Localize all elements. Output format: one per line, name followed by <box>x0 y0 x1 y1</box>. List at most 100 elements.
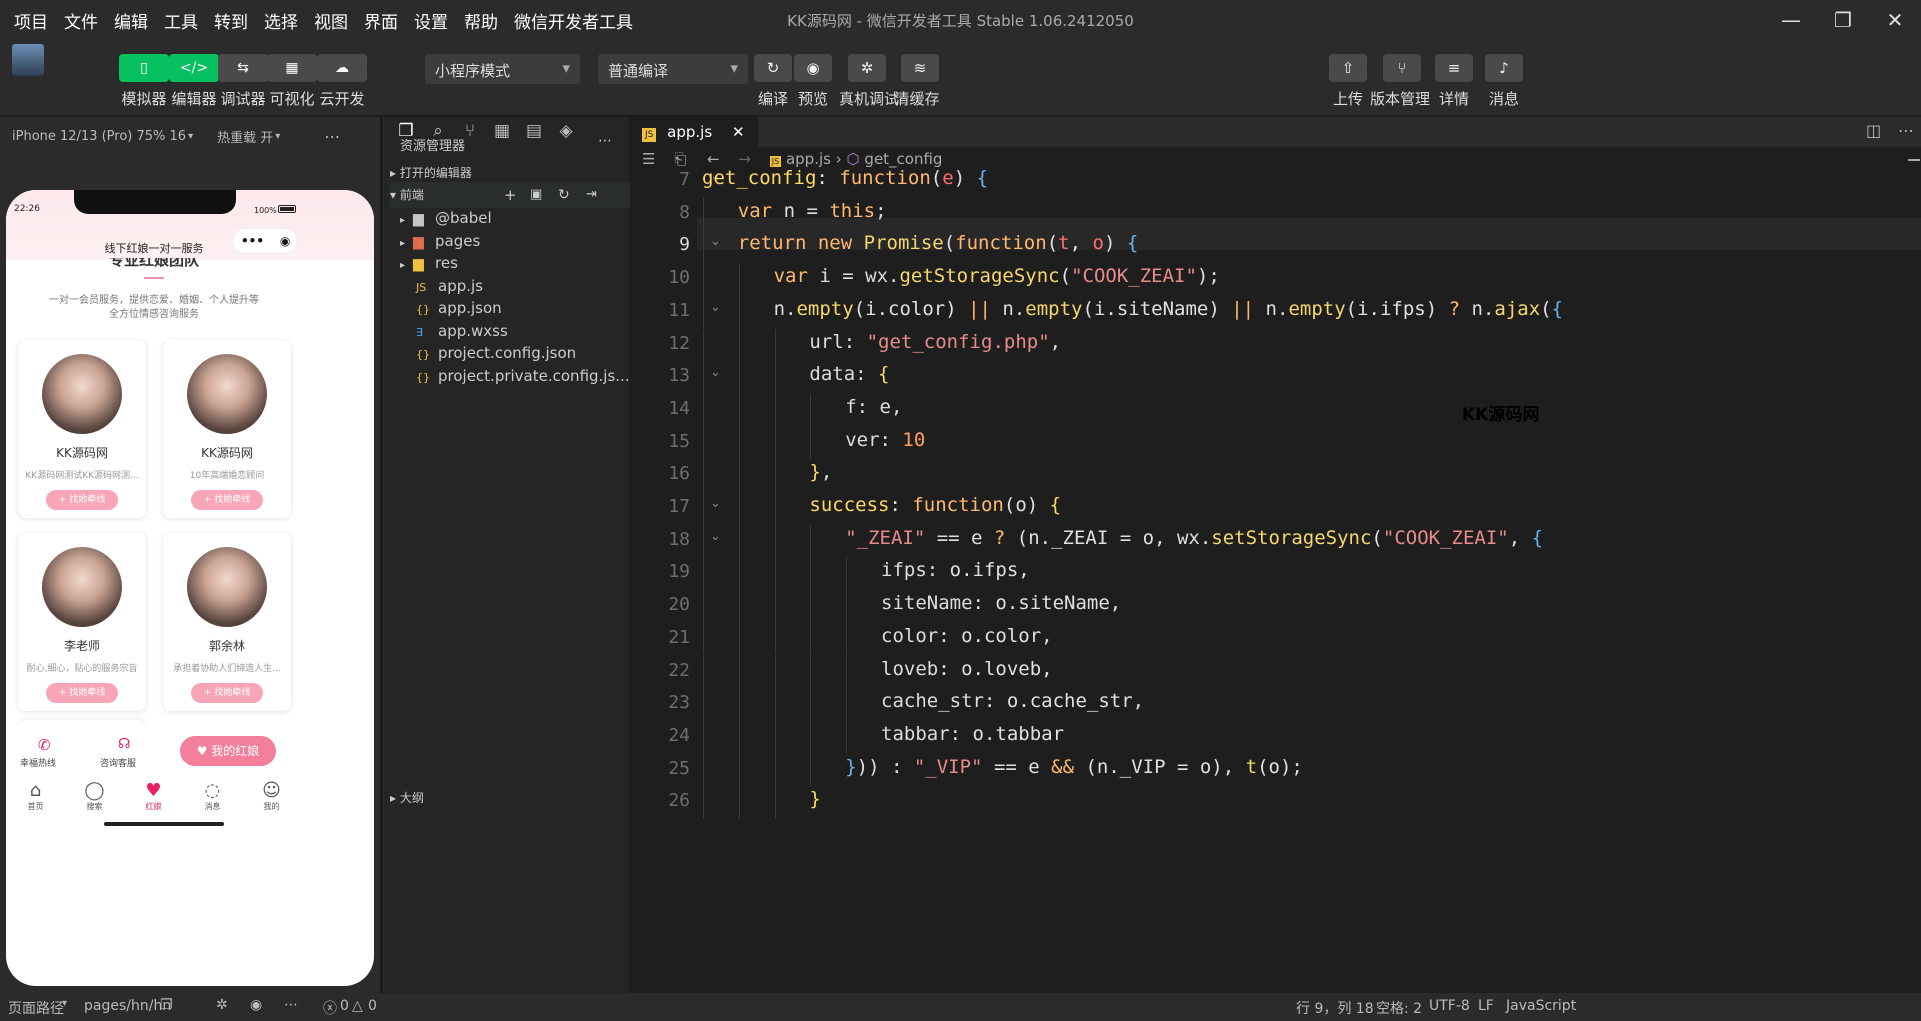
menu-button[interactable]: ≡ 详情 <box>1434 54 1474 109</box>
indent-guide <box>774 492 776 525</box>
warning-count[interactable]: 0 <box>368 998 377 1014</box>
line-number: 25 <box>668 757 690 779</box>
page-path-label[interactable]: 页面路径 <box>8 998 64 1018</box>
eye-status-icon[interactable]: ◉ <box>250 997 262 1013</box>
language-mode[interactable]: JavaScript <box>1506 998 1576 1014</box>
cloud-button[interactable]: ☁ 云开发 <box>311 54 373 109</box>
docker-icon[interactable]: ◈ <box>550 121 582 141</box>
editor-more-icon[interactable]: ⋯ <box>1898 121 1914 140</box>
editor-tab-active[interactable]: JS app.js ✕ <box>630 117 758 147</box>
code-line: success: function(o) { <box>809 494 1062 516</box>
breadcrumb-symbol[interactable]: get_config <box>864 150 942 168</box>
target-icon[interactable]: ◉ <box>280 234 290 248</box>
bug-button[interactable]: ✲ 真机调试 <box>839 54 899 109</box>
bell-button[interactable]: ♪ 消息 <box>1484 54 1524 109</box>
line-ending[interactable]: LF <box>1478 998 1494 1014</box>
explorer-more-icon[interactable]: ⋯ <box>598 133 612 149</box>
scrollbar-marker[interactable] <box>1908 159 1920 161</box>
outline-section[interactable]: ▸ 大纲 <box>390 785 424 811</box>
tab-2[interactable]: ♥ 红娘 <box>124 780 183 812</box>
menu-item-10[interactable]: 微信开发者工具 <box>514 8 633 33</box>
maximize-icon[interactable]: ❐ <box>1817 0 1869 40</box>
cursor-position[interactable]: 行 9，列 18 <box>1296 998 1374 1018</box>
find-her-button[interactable]: + 找她牵线 <box>46 490 118 510</box>
tab-1[interactable]: ◯ 搜索 <box>65 780 124 812</box>
matchmaker-card[interactable]: 李老师 耐心,细心，贴心的服务宗旨 + 找她牵线 <box>18 533 146 711</box>
layers-button[interactable]: ≋ 清缓存 <box>894 54 942 109</box>
capsule-button[interactable]: ••• ◉ <box>232 228 298 254</box>
new-file-icon[interactable]: + <box>504 182 517 208</box>
collapse-all-icon[interactable]: ⇥ <box>586 182 597 208</box>
fold-chevron-icon[interactable]: ⌄ <box>710 496 721 511</box>
more-icon[interactable]: ⋯ <box>324 127 340 146</box>
minimize-icon[interactable]: — <box>1765 0 1817 40</box>
page-path[interactable]: pages/hn/hn <box>84 998 171 1014</box>
warning-icon[interactable]: △ <box>352 998 363 1014</box>
avatar[interactable] <box>12 44 44 76</box>
tab-4[interactable]: ☺ 我的 <box>242 780 301 812</box>
tab-close-icon[interactable]: ✕ <box>732 117 745 147</box>
indent-guide <box>774 688 776 721</box>
menu-item-4[interactable]: 转到 <box>214 8 248 33</box>
forward-icon[interactable]: → <box>738 150 751 168</box>
error-count[interactable]: 0 <box>340 998 349 1014</box>
menu-item-9[interactable]: 帮助 <box>464 8 498 33</box>
storage-icon[interactable]: ▤ <box>518 121 550 141</box>
close-icon[interactable]: ✕ <box>1869 0 1921 40</box>
fold-chevron-icon[interactable]: ⌄ <box>710 529 721 544</box>
indent-guide <box>738 557 740 591</box>
error-icon[interactable]: ⓧ <box>323 998 337 1018</box>
bookmark-icon[interactable]: ⎗ <box>674 150 686 168</box>
find-her-button[interactable]: + 找她牵线 <box>46 683 118 703</box>
hotline-icon[interactable]: ✆ <box>38 736 51 754</box>
indentation[interactable]: 空格: 2 <box>1376 998 1422 1018</box>
tab-label: 红娘 <box>145 802 162 811</box>
my-matchmaker-button[interactable]: ♥ 我的红娘 <box>180 736 276 766</box>
tab-3[interactable]: ◌ 消息 <box>183 780 242 812</box>
line-number: 11 <box>668 299 690 321</box>
split-editor-icon[interactable]: ◫ <box>1866 121 1881 140</box>
list-icon[interactable]: ☰ <box>642 150 655 168</box>
fold-chevron-icon[interactable]: ⌄ <box>710 365 721 380</box>
line-number: 24 <box>668 724 690 746</box>
hot-reload-toggle[interactable]: 热重载 开 <box>217 127 273 146</box>
refresh-button[interactable]: ↻ 编译 <box>752 54 794 109</box>
menu-item-0[interactable]: 项目 <box>14 8 48 33</box>
matchmaker-card[interactable]: KK源码网 KK源码网测试KK源码网测... + 找她牵线 <box>18 340 146 518</box>
menu-item-8[interactable]: 设置 <box>414 8 448 33</box>
find-her-button[interactable]: + 找她牵线 <box>191 683 263 703</box>
branch-button[interactable]: ⑂ 版本管理 <box>1370 54 1430 109</box>
find-her-button[interactable]: + 找她牵线 <box>191 490 263 510</box>
upload-button[interactable]: ⇧ 上传 <box>1328 54 1368 109</box>
headset-icon[interactable]: ☊ <box>118 736 130 752</box>
matchmaker-card[interactable]: KK源码网 10年高端婚恋顾问 + 找她牵线 <box>163 340 291 518</box>
menu-item-3[interactable]: 工具 <box>164 8 198 33</box>
matchmaker-card[interactable]: 郭余林 承担着协助人们缔造人生... + 找她牵线 <box>163 533 291 711</box>
more-status-icon[interactable]: ⋯ <box>284 997 298 1013</box>
hotline-label[interactable]: 幸福热线 <box>20 756 56 769</box>
extensions-icon[interactable]: ▦ <box>486 121 518 141</box>
compile-select[interactable]: 普通编译 <box>598 54 748 84</box>
eye-button[interactable]: ◉ 预览 <box>792 54 834 109</box>
more-dots-icon[interactable]: ••• <box>241 234 264 248</box>
refresh-tree-icon[interactable]: ↻ <box>558 182 570 208</box>
menu-item-1[interactable]: 文件 <box>64 8 98 33</box>
menu-item-7[interactable]: 界面 <box>364 8 398 33</box>
breadcrumb-file[interactable]: app.js <box>786 150 831 168</box>
bug-status-icon[interactable]: ✲ <box>216 997 228 1013</box>
fold-chevron-icon[interactable]: ⌄ <box>710 300 721 315</box>
new-folder-icon[interactable]: ▣ <box>530 182 542 208</box>
copy-icon[interactable]: ❐ <box>160 997 173 1013</box>
menu-item-6[interactable]: 视图 <box>314 8 348 33</box>
device-select[interactable]: iPhone 12/13 (Pro) 75% 16 <box>12 129 186 144</box>
back-icon[interactable]: ← <box>707 150 720 168</box>
service-label[interactable]: 咨询客服 <box>100 756 136 769</box>
encoding[interactable]: UTF-8 <box>1429 998 1470 1014</box>
menu-item-5[interactable]: 选择 <box>264 8 298 33</box>
tab-bar: ⌂ 首页 ◯ 搜索 ♥ 红娘 ◌ 消息 ☺ 我的 <box>6 780 302 826</box>
menu-item-2[interactable]: 编辑 <box>114 8 148 33</box>
fold-chevron-icon[interactable]: ⌄ <box>710 234 721 249</box>
tree-item[interactable]: {} project.private.config.js... <box>400 363 630 389</box>
tab-0[interactable]: ⌂ 首页 <box>6 780 65 812</box>
mode-select[interactable]: 小程序模式 <box>425 54 580 84</box>
